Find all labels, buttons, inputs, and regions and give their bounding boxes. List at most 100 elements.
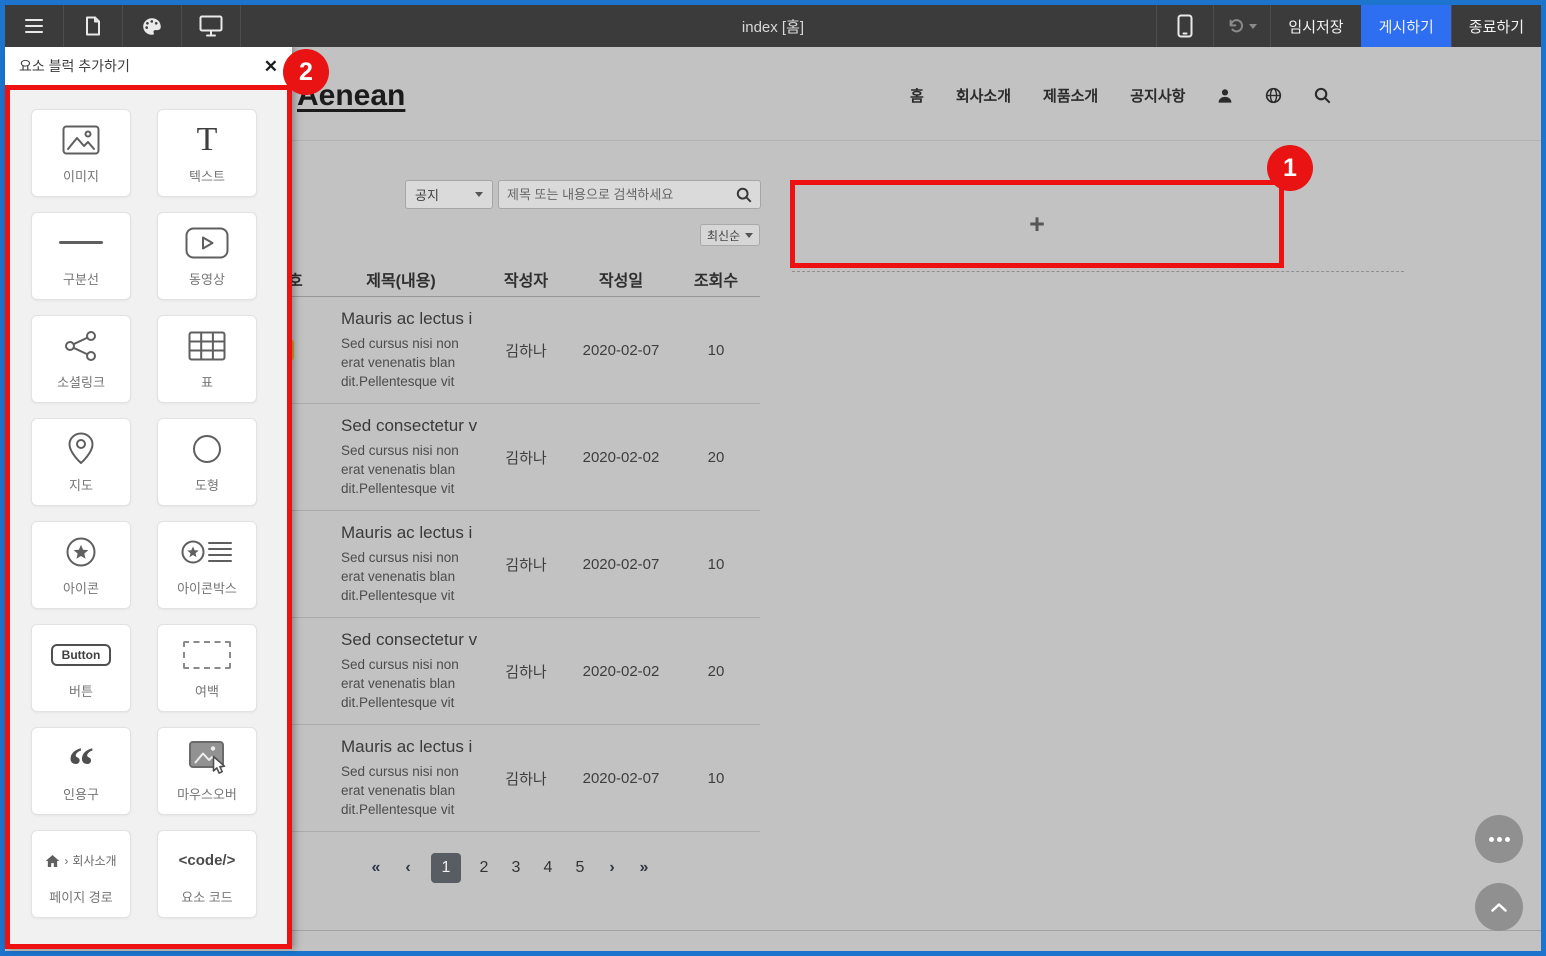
table-row[interactable]: 9 Sed consectetur v Sed cursus nisi non … [260,404,760,511]
scroll-top-button[interactable] [1475,883,1523,931]
post-title[interactable]: Mauris ac lectus i [341,737,486,757]
undo-icon [1227,18,1244,34]
post-excerpt: Sed cursus nisi non erat venenatis blan … [341,655,486,712]
add-block-zone[interactable]: + [790,180,1284,268]
page-next-button[interactable]: › [603,859,621,877]
add-block-panel: 요소 블럭 추가하기 ✕ 이미지 T 텍스트 구분선 [5,47,292,949]
block-code[interactable]: <code/> 요소 코드 [157,830,257,918]
nav-company[interactable]: 회사소개 [956,85,1011,106]
post-author: 김하나 [486,340,566,361]
block-button[interactable]: Button 버튼 [31,624,131,712]
site-header-divider [292,140,1541,141]
breadcrumb-icon: › 회사소개 [45,843,116,879]
page-5-button[interactable]: 5 [571,859,589,877]
editor-stage: index [홈] [5,5,1541,951]
menu-button[interactable] [5,5,64,47]
nav-products[interactable]: 제품소개 [1043,85,1098,106]
col-header-views: 조회수 [676,267,756,291]
mobile-icon [1177,14,1193,38]
page-prev-button[interactable]: ‹ [399,859,417,877]
mouseover-icon [187,740,227,776]
social-link-icon [64,328,98,364]
annotation-badge-1: 1 [1267,145,1313,191]
caret-down-icon [745,233,753,238]
col-header-title: 제목(내용) [316,267,486,291]
post-views: 20 [676,449,756,466]
post-date: 2020-02-07 [566,770,676,787]
design-button[interactable] [123,5,182,47]
post-views: 20 [676,663,756,680]
block-quote[interactable]: “ 인용구 [31,727,131,815]
block-label: 동영상 [189,269,225,288]
page-last-button[interactable]: » [635,859,653,877]
block-video[interactable]: 동영상 [157,212,257,300]
table-row[interactable]: 6 Mauris ac lectus i Sed cursus nisi non… [260,725,760,832]
post-title[interactable]: Sed consectetur v [341,416,486,436]
post-date: 2020-02-07 [566,342,676,359]
site-search-button[interactable] [1314,87,1331,104]
palette-icon [142,17,162,36]
desktop-view-button[interactable] [182,5,241,47]
block-shape[interactable]: 도형 [157,418,257,506]
page-first-button[interactable]: « [367,859,385,877]
page-4-button[interactable]: 4 [539,859,557,877]
block-label: 표 [201,372,213,391]
table-row[interactable]: 공지 Mauris ac lectus i Sed cursus nisi no… [260,297,760,404]
language-button[interactable] [1265,87,1282,104]
more-actions-button[interactable] [1475,815,1523,863]
block-table[interactable]: 표 [157,315,257,403]
block-icon-box[interactable]: 아이콘박스 [157,521,257,609]
block-label: 아이콘박스 [177,578,237,597]
board-category-select[interactable]: 공지 [405,180,493,209]
shape-circle-icon [192,431,222,467]
page-3-button[interactable]: 3 [507,859,525,877]
post-author: 김하나 [486,447,566,468]
search-icon[interactable] [736,187,752,203]
post-author: 김하나 [486,554,566,575]
block-social-link[interactable]: 소셜링크 [31,315,131,403]
map-pin-icon [68,431,94,467]
block-divider[interactable]: 구분선 [31,212,131,300]
block-map[interactable]: 지도 [31,418,131,506]
page-button[interactable] [64,5,123,47]
block-breadcrumb[interactable]: › 회사소개 페이지 경로 [31,830,131,918]
post-author: 김하나 [486,661,566,682]
temp-save-button[interactable]: 임시저장 [1270,5,1360,47]
publish-button[interactable]: 게시하기 [1361,5,1451,47]
post-excerpt: Sed cursus nisi non erat venenatis blan … [341,762,486,819]
block-label: 텍스트 [189,166,225,185]
close-icon[interactable]: ✕ [264,58,278,75]
block-label: 이미지 [63,166,99,185]
star-circle-icon [65,534,97,570]
page-1-button[interactable]: 1 [431,853,461,883]
post-excerpt: Sed cursus nisi non erat venenatis blan … [341,548,486,605]
panel-title: 요소 블럭 추가하기 [19,56,130,76]
block-image[interactable]: 이미지 [31,109,131,197]
table-row[interactable]: 8 Mauris ac lectus i Sed cursus nisi non… [260,511,760,618]
caret-down-icon [475,192,483,197]
post-excerpt: Sed cursus nisi non erat venenatis blan … [341,334,486,391]
undo-button[interactable] [1213,5,1270,47]
post-title[interactable]: Mauris ac lectus i [341,309,486,329]
block-mouseover[interactable]: 마우스오버 [157,727,257,815]
post-title[interactable]: Mauris ac lectus i [341,523,486,543]
block-spacer[interactable]: 여백 [157,624,257,712]
block-text[interactable]: T 텍스트 [157,109,257,197]
table-row[interactable]: 7 Sed consectetur v Sed cursus nisi non … [260,618,760,725]
block-label: 마우스오버 [177,784,237,803]
board-search-input[interactable] [507,187,736,202]
board-sort-select[interactable]: 최신순 [700,224,760,246]
page-2-button[interactable]: 2 [475,859,493,877]
plus-icon: + [1029,209,1045,240]
block-icon[interactable]: 아이콘 [31,521,131,609]
nav-home[interactable]: 홈 [910,85,924,106]
code-icon: <code/> [179,843,236,879]
desktop-icon [199,15,223,37]
exit-button[interactable]: 종료하기 [1451,5,1541,47]
menu-icon [25,18,43,34]
post-title[interactable]: Sed consectetur v [341,630,486,650]
user-button[interactable] [1217,88,1233,104]
mobile-view-button[interactable] [1156,5,1213,47]
nav-notice[interactable]: 공지사항 [1130,85,1185,106]
col-header-date: 작성일 [566,267,676,291]
